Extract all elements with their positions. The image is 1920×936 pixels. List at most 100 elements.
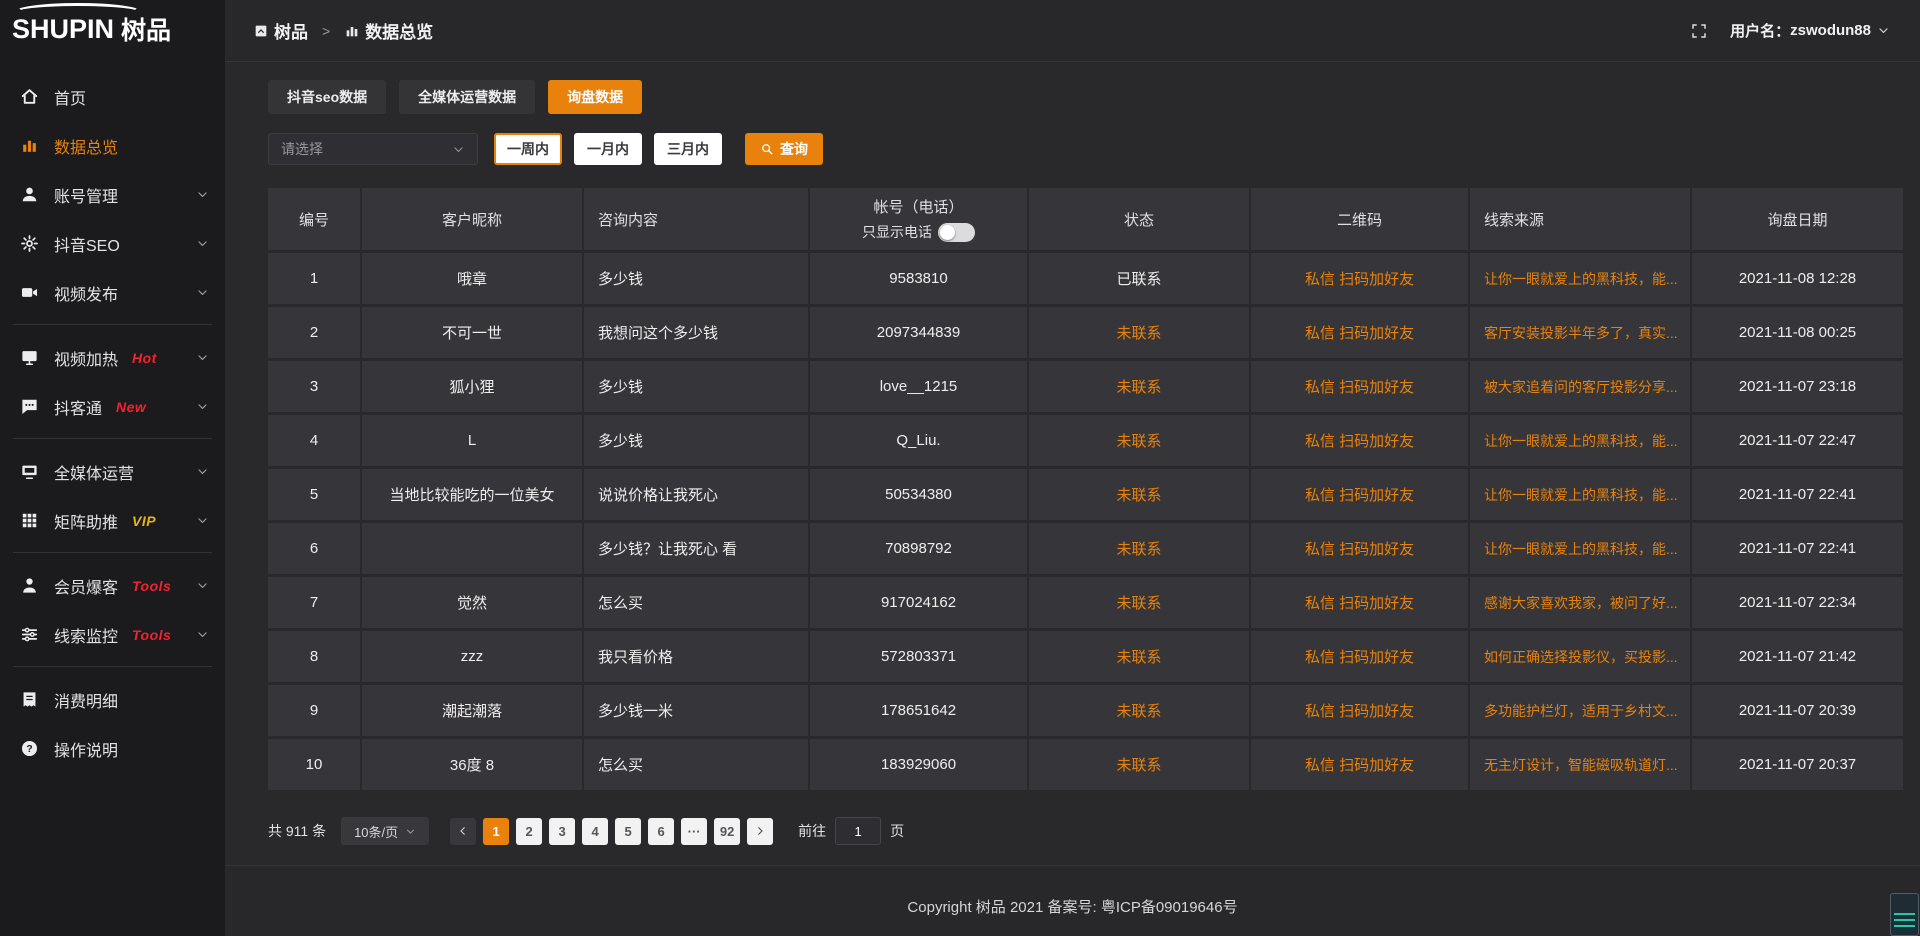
page-number-button[interactable]: 5: [615, 818, 641, 845]
cell-content: 我想问这个多少钱: [584, 307, 808, 358]
query-button[interactable]: 查询: [745, 133, 823, 165]
tab[interactable]: 全媒体运营数据: [399, 80, 535, 114]
table-row: 1 哦章 多少钱 9583810 已联系 私信 扫码加好友 让你一眼就爱上的黑科…: [268, 253, 1903, 304]
cell-qr-links[interactable]: 私信 扫码加好友: [1251, 469, 1468, 520]
breadcrumb-app[interactable]: 树品: [274, 18, 308, 43]
cell-date: 2021-11-07 22:41: [1692, 469, 1903, 520]
sidebar-item[interactable]: 矩阵助推 VIP: [0, 496, 225, 545]
page-number-button[interactable]: 4: [582, 818, 608, 845]
cell-nickname: zzz: [362, 631, 582, 682]
col-source: 线索来源: [1470, 188, 1690, 250]
cell-qr-links[interactable]: 私信 扫码加好友: [1251, 739, 1468, 790]
cell-source-link[interactable]: 客厅安装投影半年多了，真实...: [1470, 307, 1690, 358]
sidebar-item[interactable]: 全媒体运营: [0, 447, 225, 496]
cell-source-link[interactable]: 多功能护栏灯，适用于乡村文...: [1470, 685, 1690, 736]
period-button[interactable]: 一周内: [494, 133, 562, 165]
cell-source-link[interactable]: 让你一眼就爱上的黑科技，能...: [1470, 523, 1690, 574]
period-button[interactable]: 三月内: [654, 133, 722, 165]
breadcrumb-separator: >: [322, 23, 330, 39]
select-placeholder: 请选择: [281, 139, 323, 159]
cell-source-link[interactable]: 让你一眼就爱上的黑科技，能...: [1470, 253, 1690, 304]
period-button[interactable]: 一月内: [574, 133, 642, 165]
sidebar-item-label: 首页: [54, 85, 86, 109]
page-buttons: 1 2 3 4 5: [450, 818, 780, 845]
cell-qr-links[interactable]: 私信 扫码加好友: [1251, 577, 1468, 628]
sidebar-item-label: 线索监控: [54, 623, 118, 647]
logo: SHUPIN 树品: [0, 0, 225, 52]
cell-source-link[interactable]: 让你一眼就爱上的黑科技，能...: [1470, 469, 1690, 520]
cell-date: 2021-11-07 20:37: [1692, 739, 1903, 790]
page-number-button[interactable]: ···: [681, 818, 707, 845]
col-date: 询盘日期: [1692, 188, 1903, 250]
cell-nickname: [362, 523, 582, 574]
cell-qr-links[interactable]: 私信 扫码加好友: [1251, 253, 1468, 304]
cell-status: 未联系: [1029, 307, 1249, 358]
sidebar-item[interactable]: 线索监控 Tools: [0, 610, 225, 659]
cell-qr-links[interactable]: 私信 扫码加好友: [1251, 361, 1468, 412]
phone-only-toggle[interactable]: [938, 223, 975, 242]
member-icon: [20, 576, 39, 595]
floating-widget[interactable]: [1890, 893, 1919, 936]
cell-qr-links[interactable]: 私信 扫码加好友: [1251, 307, 1468, 358]
sidebar-item[interactable]: 操作说明: [0, 724, 225, 773]
sidebar-item[interactable]: 消费明细: [0, 675, 225, 724]
page-number-button[interactable]: 2: [516, 818, 542, 845]
cell-source-link[interactable]: 感谢大家喜欢我家，被问了好...: [1470, 577, 1690, 628]
cell-nickname: 觉然: [362, 577, 582, 628]
page-number-button[interactable]: 1: [483, 818, 509, 845]
chevron-down-icon: [196, 465, 209, 478]
cell-qr-links[interactable]: 私信 扫码加好友: [1251, 685, 1468, 736]
cell-source-link[interactable]: 让你一眼就爱上的黑科技，能...: [1470, 415, 1690, 466]
cell-nickname: 不可一世: [362, 307, 582, 358]
sidebar-item[interactable]: 视频加热 Hot: [0, 333, 225, 382]
sidebar-item[interactable]: 账号管理: [0, 170, 225, 219]
cell-id: 2: [268, 307, 360, 358]
sidebar-item[interactable]: 数据总览: [0, 121, 225, 170]
page-number-button[interactable]: 6: [648, 818, 674, 845]
cell-source-link[interactable]: 如何正确选择投影仪，买投影...: [1470, 631, 1690, 682]
cell-date: 2021-11-07 22:41: [1692, 523, 1903, 574]
cell-source-link[interactable]: 被大家追着问的客厅投影分享...: [1470, 361, 1690, 412]
sidebar-item-label: 操作说明: [54, 737, 118, 761]
sidebar-item[interactable]: 视频发布: [0, 268, 225, 317]
cell-source-link[interactable]: 无主灯设计，智能磁吸轨道灯...: [1470, 739, 1690, 790]
cell-account: love__1215: [810, 361, 1027, 412]
cell-qr-links[interactable]: 私信 扫码加好友: [1251, 523, 1468, 574]
col-account: 帐号（电话） 只显示电话: [810, 188, 1027, 250]
cell-date: 2021-11-08 12:28: [1692, 253, 1903, 304]
cell-account: 572803371: [810, 631, 1027, 682]
chevron-down-icon: [405, 826, 416, 837]
user-menu[interactable]: 用户名： zswodun88: [1730, 20, 1890, 41]
tab[interactable]: 抖音seo数据: [268, 80, 386, 114]
sidebar-item[interactable]: 首页: [0, 72, 225, 121]
sidebar-item[interactable]: 抖音SEO: [0, 219, 225, 268]
cell-content: 我只看价格: [584, 631, 808, 682]
sidebar-item[interactable]: 会员爆客 Tools: [0, 561, 225, 610]
page-number-button[interactable]: 3: [549, 818, 575, 845]
page-size-select[interactable]: 10条/页: [341, 817, 429, 845]
cell-content: 怎么买: [584, 577, 808, 628]
sidebar-item-badge: Hot: [132, 350, 157, 366]
sidebar-item[interactable]: 抖客通 New: [0, 382, 225, 431]
cell-id: 3: [268, 361, 360, 412]
bar-chart-icon: [20, 136, 39, 155]
cell-id: 5: [268, 469, 360, 520]
cell-qr-links[interactable]: 私信 扫码加好友: [1251, 631, 1468, 682]
goto-label: 前往: [798, 821, 826, 841]
phone-toggle-label: 只显示电话: [862, 222, 932, 242]
filter-select[interactable]: 请选择: [268, 133, 478, 165]
page-number-button[interactable]: 92: [714, 818, 740, 845]
chevron-down-icon: [1877, 24, 1890, 37]
cell-qr-links[interactable]: 私信 扫码加好友: [1251, 415, 1468, 466]
cell-content: 多少钱？让我死心 看: [584, 523, 808, 574]
fullscreen-icon[interactable]: [1690, 22, 1708, 40]
sidebar-item-label: 消费明细: [54, 688, 118, 712]
tab[interactable]: 询盘数据: [548, 80, 642, 114]
next-page-button[interactable]: [747, 818, 773, 845]
filter-bar: 请选择 一周内 一月内 三月内: [268, 133, 1920, 165]
cell-status: 未联系: [1029, 415, 1249, 466]
goto-page-input[interactable]: 1: [835, 817, 881, 845]
period-buttons: 一周内 一月内 三月内: [494, 133, 722, 165]
table-row: 4 L 多少钱 Q_Liu. 未联系 私信 扫码加好友 让你一眼就爱上的黑科技，…: [268, 415, 1903, 466]
prev-page-button[interactable]: [450, 818, 476, 845]
